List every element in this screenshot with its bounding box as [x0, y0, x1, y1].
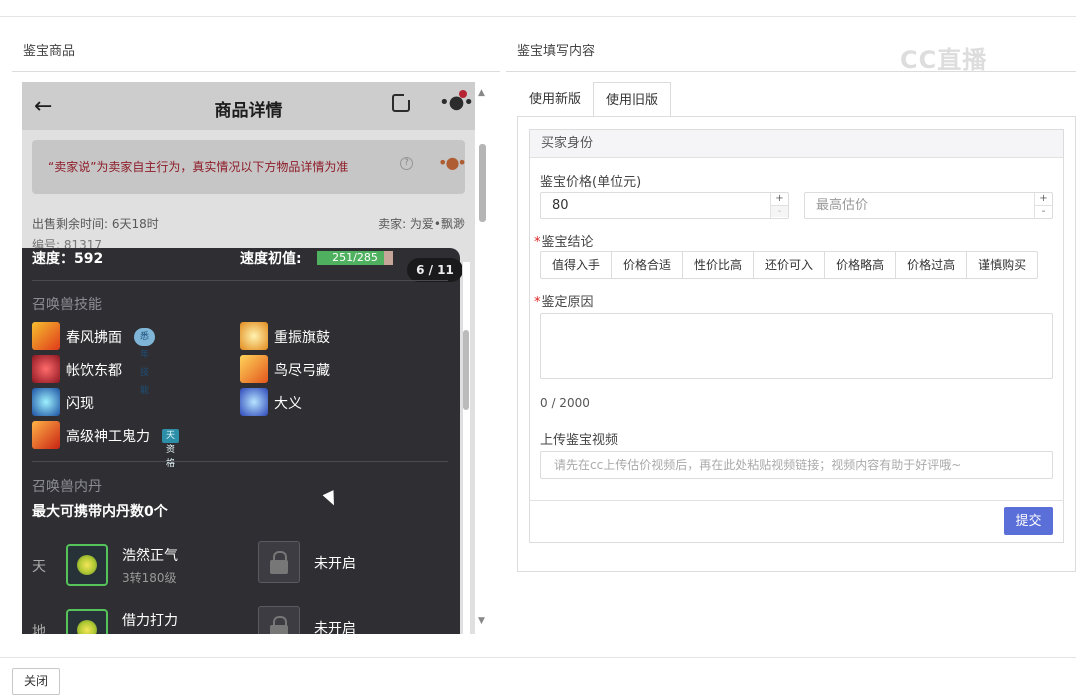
video-link-input[interactable]: 请先在cc上传估价视频后，再在此处粘贴视频链接；视频内容有助于好评哦~	[540, 451, 1053, 479]
skill-lightning-icon	[32, 388, 60, 416]
share-icon[interactable]	[392, 92, 412, 112]
preview-scrollbar[interactable]: ▲ ▼	[476, 82, 490, 634]
more-icon[interactable]: •●•	[439, 92, 474, 113]
speed-init-label: 速度初值:	[240, 251, 302, 267]
scroll-down-icon[interactable]: ▼	[478, 616, 485, 626]
tab-old-version[interactable]: 使用旧版	[593, 82, 672, 117]
conclusion-option[interactable]: 性价比高	[682, 252, 753, 278]
skill-name: 闪现	[66, 396, 94, 412]
skill-name: 春风拂面	[66, 330, 122, 346]
skill-red-icon	[32, 355, 60, 383]
speed-init-bar: 251/285	[317, 251, 393, 265]
neidan-slot-status: 未开启	[314, 621, 356, 634]
neidan-orb-icon[interactable]	[66, 544, 108, 586]
conclusion-option[interactable]: 价格合适	[611, 252, 682, 278]
decrement-icon[interactable]: -	[1035, 205, 1052, 217]
skill-badge: 悉年技能	[134, 328, 156, 396]
reason-label-text: 鉴定原因	[541, 295, 594, 310]
neidan-name: 借力打力	[122, 613, 178, 629]
right-section-title: 鉴宝填写内容	[517, 44, 596, 59]
left-section-title: 鉴宝商品	[23, 44, 76, 59]
conclusion-option[interactable]: 还价可入	[753, 252, 824, 278]
required-mark: *	[534, 235, 541, 250]
neidan-name: 浩然正气	[122, 548, 178, 564]
price-stepper[interactable]: + -	[770, 193, 788, 218]
conclusion-option[interactable]: 价格过高	[895, 252, 966, 278]
notification-dot	[459, 90, 467, 98]
neidan-title: 召唤兽内丹	[32, 479, 102, 495]
conclusion-options[interactable]: 值得入手 价格合适 性价比高 还价可入 价格略高 价格过高 谨慎购买	[540, 251, 1039, 279]
skill-justice-icon	[240, 388, 268, 416]
required-mark: *	[534, 295, 541, 310]
card-divider	[32, 461, 448, 462]
top-strip	[0, 0, 1076, 17]
char-counter: 0 / 2000	[540, 396, 590, 410]
skill-name: 高级神工鬼力	[66, 429, 150, 445]
skill-name: 鸟尽弓藏	[274, 363, 330, 379]
max-price-input[interactable]: 最高估价 + -	[804, 192, 1053, 219]
card-scrollbar-thumb[interactable]	[463, 330, 469, 410]
submit-button[interactable]: 提交	[1004, 507, 1053, 535]
seller-notice-text: “卖家说”为卖家自主行为，真实情况以下方物品详情为准	[48, 160, 349, 174]
loading-dots-icon: •●•	[438, 153, 467, 172]
seller-name: 卖家: 为爱•飘渺	[378, 217, 465, 231]
speed-value: 速度：592	[32, 251, 104, 267]
max-price-placeholder: 最高估价	[816, 198, 869, 213]
form-footer-divider	[529, 500, 1064, 501]
lock-icon	[258, 541, 300, 583]
conclusion-label-text: 鉴宝结论	[541, 235, 594, 250]
price-value: 80	[552, 198, 569, 213]
left-title-divider	[12, 71, 500, 72]
skill-badge: 天资格	[162, 429, 180, 469]
price-label: 鉴宝价格(单位元)	[540, 175, 642, 190]
neidan-row-label: 地	[32, 624, 46, 634]
neidan-orb-icon[interactable]	[66, 609, 108, 634]
skill-power-icon	[32, 421, 60, 449]
image-pager: 6 / 11	[407, 258, 463, 282]
price-input[interactable]: 80 + -	[540, 192, 789, 219]
help-icon[interactable]: ?	[400, 157, 413, 170]
sale-time-left: 出售剩余时间: 6天18时	[32, 217, 159, 231]
conclusion-option[interactable]: 谨慎购买	[966, 252, 1037, 278]
card-divider	[32, 280, 448, 281]
conclusion-label: *鉴宝结论	[534, 231, 594, 250]
increment-icon[interactable]: +	[771, 193, 788, 205]
neidan-row-label: 天	[32, 559, 46, 575]
reason-textarea[interactable]	[540, 313, 1053, 379]
preview-scrollbar-thumb[interactable]	[479, 144, 486, 222]
neidan-max: 最大可携带内丹数0个	[32, 504, 168, 520]
skill-gold-icon	[240, 322, 268, 350]
neidan-level: 3转180级	[122, 571, 177, 585]
cc-watermark: CC直播	[900, 46, 988, 74]
card-scrollbar[interactable]	[462, 262, 470, 634]
tab-new-version[interactable]: 使用新版	[517, 82, 593, 117]
skills-title: 召唤兽技能	[32, 297, 102, 313]
footer-divider	[0, 657, 1076, 658]
right-title-divider	[506, 71, 1076, 72]
skill-bow-icon	[240, 355, 268, 383]
skill-name: 重振旗鼓	[274, 330, 330, 346]
speed-init-value: 251/285	[332, 251, 378, 264]
phone-header: ← 商品详情 •●•	[22, 82, 475, 130]
increment-icon[interactable]: +	[1035, 193, 1052, 205]
neidan-slot-status: 未开启	[314, 556, 356, 572]
mouse-cursor-icon	[322, 490, 340, 508]
skill-name: 帐饮东都	[66, 363, 122, 379]
skill-name: 大义	[274, 396, 302, 412]
skill-fire-icon	[32, 322, 60, 350]
conclusion-option[interactable]: 价格略高	[824, 252, 895, 278]
max-price-stepper[interactable]: + -	[1034, 193, 1052, 218]
conclusion-option[interactable]: 值得入手	[541, 252, 611, 278]
buyer-identity-title: 买家身份	[530, 130, 1063, 158]
product-preview[interactable]: ← 商品详情 •●• “卖家说”为卖家自主行为，真实情况以下方物品详情为准 ? …	[22, 82, 475, 634]
decrement-icon[interactable]: -	[771, 205, 788, 217]
pet-detail-card[interactable]: 速度：592 速度初值: 251/285 6 / 11 召唤兽技能 春风拂面 悉…	[22, 248, 463, 634]
lock-icon	[258, 606, 300, 634]
video-label: 上传鉴宝视频	[540, 433, 619, 448]
seller-notice: “卖家说”为卖家自主行为，真实情况以下方物品详情为准 ? •●•	[32, 140, 467, 194]
scroll-up-icon[interactable]: ▲	[478, 88, 485, 98]
reason-label: *鉴定原因	[534, 291, 594, 310]
close-button[interactable]: 关闭	[12, 668, 60, 695]
